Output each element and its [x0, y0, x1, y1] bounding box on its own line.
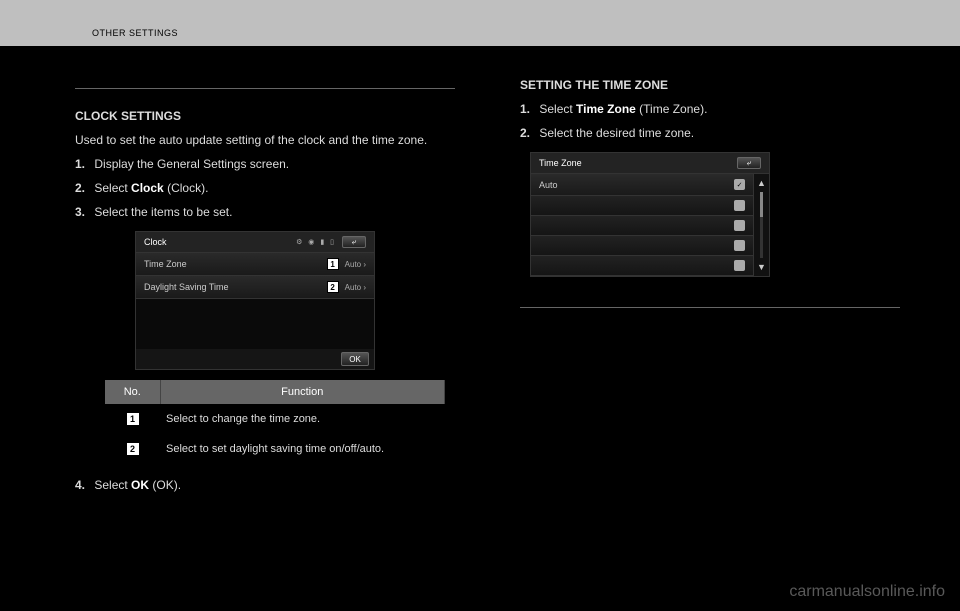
step-4-a: Select	[94, 478, 131, 492]
step-4-b: (OK).	[149, 478, 181, 492]
step-4: 4. Select OK (OK).	[75, 476, 455, 494]
table-row: 1 Select to change the time zone.	[105, 404, 445, 434]
table-row: 2 Select to set daylight saving time on/…	[105, 434, 445, 464]
r-step-2: 2. Select the desired time zone.	[520, 124, 900, 142]
checkbox-empty[interactable]	[734, 200, 745, 211]
clock-heading: CLOCK SETTINGS	[75, 107, 455, 125]
ss-empty	[136, 299, 374, 349]
no-header: No.	[105, 380, 160, 404]
step-num: 2.	[75, 181, 85, 195]
r-step-2-text: Select the desired time zone.	[539, 126, 694, 140]
tz-item-blank[interactable]	[531, 236, 753, 256]
tz-item-auto[interactable]: Auto ✓	[531, 174, 753, 196]
clock-bold: Clock	[131, 181, 164, 195]
ok-button[interactable]: OK	[341, 352, 369, 366]
callout-1: 1	[327, 258, 339, 270]
ss-header: Time Zone ⤶	[531, 153, 769, 174]
scrollbar[interactable]: ▲ ▼	[753, 174, 769, 276]
divider	[75, 88, 455, 89]
r-step-1-a: Select	[539, 102, 576, 116]
step-3: 3. Select the items to be set.	[75, 203, 455, 221]
function-table: No. Function 1 Select to change the time…	[105, 380, 445, 464]
step-3-text: Select the items to be set.	[94, 205, 232, 219]
ok-bold: OK	[131, 478, 149, 492]
step-2-b: (Clock).	[164, 181, 209, 195]
dst-row[interactable]: Daylight Saving Time 2 Auto ›	[136, 276, 374, 299]
checkbox-checked[interactable]: ✓	[734, 179, 745, 190]
tz-list: Auto ✓	[531, 174, 753, 276]
timezone-screenshot: Time Zone ⤶ Auto ✓ ▲	[530, 152, 770, 277]
fn2-text: Select to set daylight saving time on/of…	[160, 434, 445, 464]
checkbox-empty[interactable]	[734, 220, 745, 231]
step-1-text: Display the General Settings screen.	[94, 157, 289, 171]
watermark: carmanualsonline.info	[789, 583, 945, 601]
step-num: 3.	[75, 205, 85, 219]
row-value: Auto ›	[345, 283, 366, 292]
row-label: Time Zone	[144, 259, 187, 269]
checkbox-empty[interactable]	[734, 240, 745, 251]
callout-2: 2	[327, 281, 339, 293]
header-band: OTHER SETTINGS	[0, 0, 960, 46]
step-2: 2. Select Clock (Clock).	[75, 179, 455, 197]
function-header: Function	[160, 380, 445, 404]
step-2-a: Select	[94, 181, 131, 195]
back-button[interactable]: ⤶	[342, 236, 366, 248]
row-label: Daylight Saving Time	[144, 282, 229, 292]
divider	[520, 307, 900, 308]
r-step-1-b: (Time Zone).	[636, 102, 708, 116]
right-column: SETTING THE TIME ZONE 1. Select Time Zon…	[520, 70, 900, 326]
tz-item-label: Auto	[539, 180, 558, 190]
step-num: 4.	[75, 478, 85, 492]
row-value: Auto ›	[345, 260, 366, 269]
scroll-thumb[interactable]	[760, 192, 763, 217]
tz-item-blank[interactable]	[531, 256, 753, 276]
scroll-up-icon[interactable]: ▲	[757, 178, 766, 188]
tz-item-blank[interactable]	[531, 216, 753, 236]
tz-item-blank[interactable]	[531, 196, 753, 216]
step-num: 1.	[520, 102, 530, 116]
step-num: 1.	[75, 157, 85, 171]
table-header: No. Function	[105, 380, 445, 404]
ss-footer: OK	[136, 349, 374, 369]
clock-screenshot: Clock ⚙ ◉ ▮ ▯ ⤶ Time Zone 1 Auto › Dayli…	[135, 231, 375, 370]
scroll-down-icon[interactable]: ▼	[757, 262, 766, 272]
clock-intro: Used to set the auto update setting of t…	[75, 131, 455, 149]
tz-list-body: Auto ✓ ▲ ▼	[531, 174, 769, 276]
scroll-track[interactable]	[760, 192, 763, 258]
r-step-1: 1. Select Time Zone (Time Zone).	[520, 100, 900, 118]
tz-heading: SETTING THE TIME ZONE	[520, 76, 900, 94]
section-header: OTHER SETTINGS	[92, 28, 178, 38]
ss-header: Clock ⚙ ◉ ▮ ▯ ⤶	[136, 232, 374, 253]
left-column: CLOCK SETTINGS Used to set the auto upda…	[75, 70, 455, 500]
step-num: 2.	[520, 126, 530, 140]
time-zone-row[interactable]: Time Zone 1 Auto ›	[136, 253, 374, 276]
tz-bold: Time Zone	[576, 102, 636, 116]
row-num-2: 2	[126, 442, 140, 456]
checkbox-empty[interactable]	[734, 260, 745, 271]
step-1: 1. Display the General Settings screen.	[75, 155, 455, 173]
fn1-text: Select to change the time zone.	[160, 404, 445, 434]
ss-title: Clock	[144, 237, 167, 247]
back-button[interactable]: ⤶	[737, 157, 761, 169]
status-icons: ⚙ ◉ ▮ ▯	[296, 238, 336, 246]
ss-title: Time Zone	[539, 158, 582, 168]
row-num-1: 1	[126, 412, 140, 426]
